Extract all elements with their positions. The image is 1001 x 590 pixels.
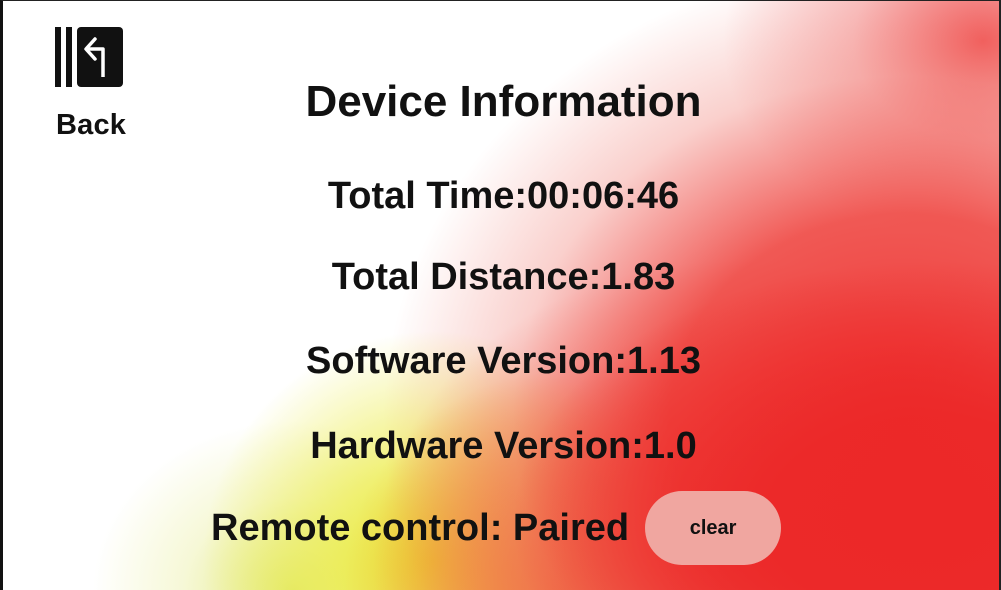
clear-button[interactable]: clear xyxy=(645,491,782,565)
total-time-text: Total Time:00:06:46 xyxy=(327,175,680,217)
hardware-version-text: Hardware Version:1.0 xyxy=(310,425,697,467)
software-version-text: Software Version:1.13 xyxy=(306,340,701,382)
remote-control-status: Remote control: Paired xyxy=(211,506,630,549)
total-distance-text: Total Distance:1.83 xyxy=(331,256,676,298)
remote-control-row: Remote control: Paired clear xyxy=(211,491,782,565)
page-title: Device Information xyxy=(305,77,702,126)
device-info-screen: Back Device Information Total Time:00:06… xyxy=(0,0,1001,590)
